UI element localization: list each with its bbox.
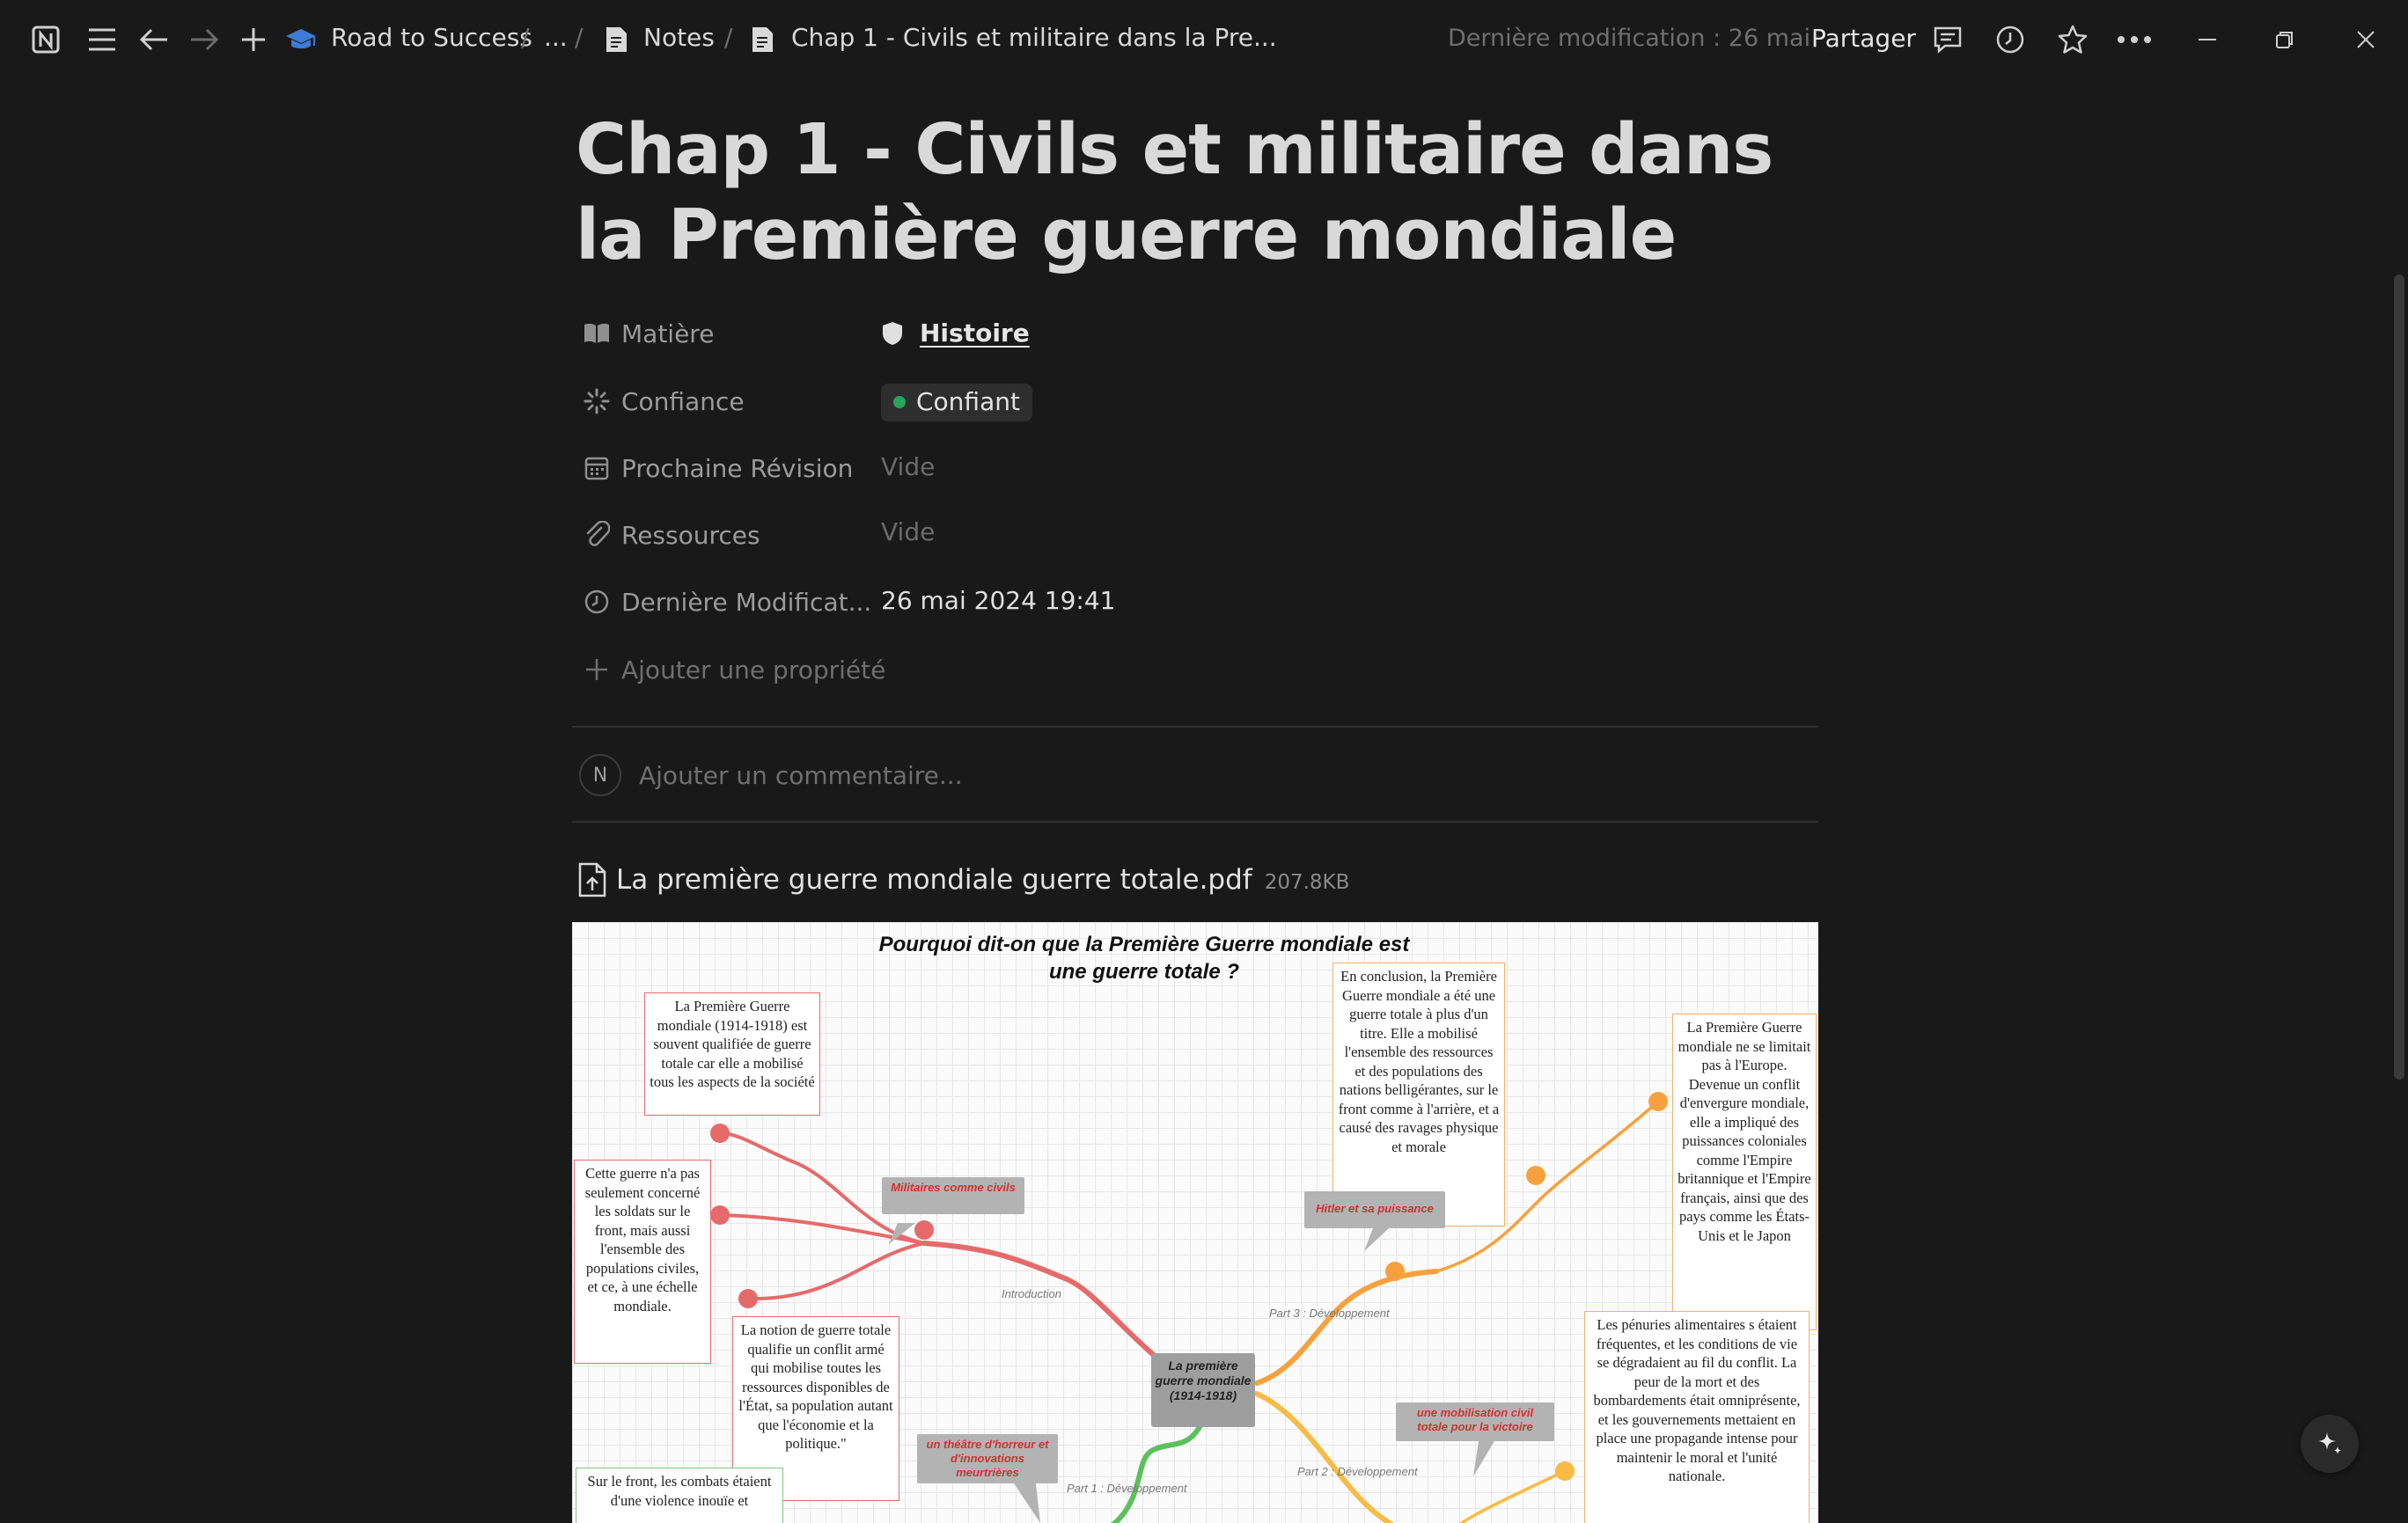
mindmap-tag-hitler: Hitler et sa puissance bbox=[1304, 1191, 1445, 1228]
breadcrumb-separator: / bbox=[724, 23, 733, 52]
file-attachment[interactable]: La première guerre mondiale guerre total… bbox=[577, 862, 1349, 897]
scrollbar[interactable] bbox=[2394, 275, 2404, 1080]
back-arrow-icon[interactable] bbox=[136, 22, 172, 57]
status-badge[interactable]: Confiant bbox=[881, 384, 1032, 421]
property-label: Dernière Modificat... bbox=[621, 587, 872, 617]
mindmap-box-world: La Première Guerre mondiale ne se limita… bbox=[1672, 1014, 1817, 1330]
more-options-icon[interactable] bbox=[2117, 22, 2152, 57]
last-modified-text: Dernière modification : 26 mai bbox=[1448, 25, 1811, 52]
property-value-prochaine-revision[interactable]: Vide bbox=[881, 452, 935, 481]
property-value-matiere[interactable]: Histoire bbox=[881, 319, 1030, 348]
property-prochaine-revision[interactable]: Prochaine Révision bbox=[581, 446, 853, 490]
restore-window-icon[interactable] bbox=[2267, 22, 2302, 57]
page-title[interactable]: Chap 1 - Civils et militaire dans la Pre… bbox=[576, 107, 1808, 278]
book-icon bbox=[581, 318, 613, 349]
branch-label-part3: Part 3 : Développement bbox=[1269, 1307, 1390, 1320]
comment-input[interactable]: Ajouter un commentaire... bbox=[639, 761, 963, 790]
property-value-confiance[interactable]: Confiant bbox=[881, 384, 1032, 421]
page-icon bbox=[598, 22, 634, 57]
comment-box[interactable]: N Ajouter un commentaire... bbox=[579, 754, 963, 796]
mindmap-center-node: La première guerre mondiale (1914-1918) bbox=[1151, 1353, 1255, 1427]
history-clock-icon[interactable] bbox=[1993, 22, 2028, 57]
breadcrumb-workspace[interactable]: Road to Success bbox=[331, 23, 532, 52]
divider bbox=[572, 726, 1818, 728]
breadcrumb-notes[interactable]: Notes bbox=[643, 23, 715, 52]
mindmap-tag-theatre: un théâtre d'horreur et d'innovations me… bbox=[917, 1434, 1058, 1483]
shield-icon bbox=[883, 321, 902, 345]
mindmap-box-intro-1: La Première Guerre mondiale (1914-1918) … bbox=[644, 992, 820, 1116]
new-page-plus-icon[interactable] bbox=[236, 22, 271, 57]
notion-logo-icon[interactable] bbox=[28, 22, 63, 57]
clock-icon bbox=[581, 586, 613, 618]
mindmap-tag-militaires: Militaires comme civils bbox=[882, 1177, 1024, 1214]
property-value-ressources[interactable]: Vide bbox=[881, 517, 935, 546]
avatar: N bbox=[579, 754, 621, 796]
branch-label-intro: Introduction bbox=[1002, 1287, 1061, 1300]
breadcrumb-separator: / bbox=[575, 23, 584, 52]
mindmap-box-conclusion: En conclusion, la Première Guerre mondia… bbox=[1332, 963, 1505, 1226]
comment-icon[interactable] bbox=[1930, 22, 1965, 57]
favorite-star-icon[interactable] bbox=[2055, 22, 2090, 57]
breadcrumb-separator: / bbox=[521, 23, 530, 52]
property-matiere[interactable]: Matière bbox=[581, 311, 714, 355]
close-window-icon[interactable] bbox=[2348, 22, 2383, 57]
ai-assistant-button[interactable] bbox=[2301, 1415, 2359, 1473]
property-derniere-modification[interactable]: Dernière Modificat... bbox=[581, 580, 871, 624]
file-upload-icon bbox=[578, 862, 606, 897]
matiere-link[interactable]: Histoire bbox=[920, 319, 1030, 348]
sparkle-icon bbox=[2318, 1432, 2341, 1454]
pdf-preview[interactable]: Pourquoi dit-on que la Première Guerre m… bbox=[572, 922, 1818, 1523]
property-confiance[interactable]: Confiance bbox=[581, 379, 745, 423]
menu-icon[interactable] bbox=[84, 22, 120, 57]
mindmap-tag-mobilisation: une mobilisation civil totale pour la vi… bbox=[1396, 1402, 1554, 1441]
property-label: Confiance bbox=[621, 386, 745, 416]
mindmap-box-front: Sur le front, les combats étaient d'une … bbox=[576, 1468, 783, 1523]
status-dot bbox=[893, 395, 906, 408]
property-label: Prochaine Révision bbox=[621, 453, 854, 483]
status-badge-label: Confiant bbox=[916, 387, 1020, 416]
property-ressources[interactable]: Ressources bbox=[581, 513, 760, 557]
add-property-button[interactable]: Ajouter une propriété bbox=[581, 648, 885, 692]
mindmap-box-penuries: Les pénuries alimentaires s étaient fréq… bbox=[1584, 1311, 1810, 1523]
plus-icon bbox=[581, 654, 613, 685]
property-label: Matière bbox=[621, 319, 715, 348]
branch-label-part2: Part 2 : Développement bbox=[1297, 1465, 1418, 1478]
file-name[interactable]: La première guerre mondiale guerre total… bbox=[616, 864, 1252, 896]
top-bar: Road to Success / ... / Notes / Chap 1 -… bbox=[0, 0, 2408, 79]
page-icon bbox=[745, 22, 780, 57]
calendar-icon bbox=[581, 452, 613, 484]
minimize-window-icon[interactable] bbox=[2190, 22, 2225, 57]
property-value-derniere-modification: 26 mai 2024 19:41 bbox=[881, 586, 1116, 615]
divider bbox=[572, 821, 1818, 823]
add-property-label: Ajouter une propriété bbox=[621, 655, 886, 685]
breadcrumb-ellipsis[interactable]: ... bbox=[544, 23, 568, 52]
forward-arrow-icon[interactable] bbox=[187, 22, 222, 57]
branch-label-part1: Part 1 : Développement bbox=[1067, 1482, 1187, 1495]
mindmap-box-intro-2: Cette guerre n'a pas seulement concerné … bbox=[574, 1160, 711, 1364]
file-size: 207.8KB bbox=[1264, 871, 1350, 894]
property-label: Ressources bbox=[621, 520, 760, 550]
share-button[interactable]: Partager bbox=[1811, 24, 1916, 53]
loader-icon bbox=[581, 385, 613, 417]
breadcrumb-current-page[interactable]: Chap 1 - Civils et militaire dans la Pre… bbox=[791, 23, 1277, 52]
graduation-cap-icon bbox=[283, 22, 319, 57]
paperclip-icon bbox=[581, 519, 613, 551]
